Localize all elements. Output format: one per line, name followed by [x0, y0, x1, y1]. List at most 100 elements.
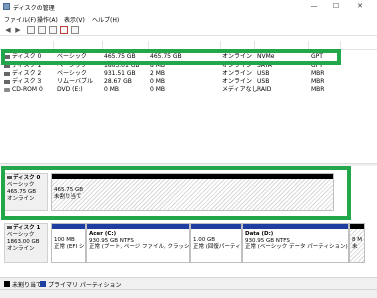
window-title: ディスクの管理: [13, 5, 55, 12]
disk-status: オンライン: [7, 196, 35, 202]
disk-name: ディスク 0: [13, 175, 41, 181]
disk-name: ディスク 1: [13, 225, 41, 231]
partition-acer-c[interactable]: Acer (C:) 930.95 GB NTFS 正常 (ブート, ページ ファ…: [86, 223, 190, 263]
legend-swatch-primary: [40, 281, 46, 287]
disk-management-icon: [3, 3, 10, 10]
row-device: NVMe: [257, 53, 275, 60]
help-icon[interactable]: [38, 26, 46, 34]
disk-status: オンライン: [7, 246, 35, 252]
column-separator[interactable]: [148, 41, 149, 50]
partition-recovery[interactable]: 1.00 GB 正常 (回復パーティ: [190, 223, 242, 263]
row-unallocated: 0 MB: [150, 78, 166, 85]
partition-size: 8 M: [352, 237, 362, 243]
row-type: DVD (E:): [57, 86, 83, 93]
partition-status: 正常 (回復パーティ: [193, 243, 241, 250]
disk-icon: [7, 176, 12, 179]
partition-data-d[interactable]: Data (D:) 930.95 GB NTFS 正常 (ベーシック データ パ…: [242, 223, 349, 263]
partition-bar: [243, 224, 348, 229]
column-separator[interactable]: [53, 41, 54, 50]
disk-0-label[interactable]: ディスク 0 ベーシック 465.75 GB オンライン: [4, 173, 48, 211]
disk-size: 465.75 GB: [7, 189, 37, 195]
forward-icon[interactable]: ▶: [14, 26, 22, 34]
disk-view-icon[interactable]: [71, 26, 79, 34]
disk-type: ベーシック: [7, 232, 35, 238]
column-separator[interactable]: [254, 41, 255, 50]
row-device: RAID: [257, 86, 272, 93]
row-capacity: 1863.01 GB: [104, 62, 140, 69]
title-bar: ディスクの管理 — ☐ ✕: [0, 0, 377, 13]
unallocated-bar: [52, 174, 333, 179]
maximize-button[interactable]: ☐: [327, 0, 345, 12]
row-capacity: 28.67 GB: [104, 78, 132, 85]
row-status: オンライン: [222, 62, 253, 69]
unallocated-partition[interactable]: 465.75 GB 未割り当て: [51, 173, 334, 211]
disk-icon: [4, 72, 10, 76]
partition-bar: [52, 224, 85, 229]
toolbar: ◀ ▶: [0, 24, 377, 36]
row-partition-style: GPT: [311, 62, 323, 69]
disk-icon: [4, 55, 10, 59]
partition-bar: [191, 224, 241, 229]
legend-bar: 未割り当て プライマリ パーティション: [0, 277, 377, 289]
partition-status: 正常 (ブート, ページ ファイル, クラッシュ ダ: [89, 244, 190, 250]
column-separator[interactable]: [102, 41, 103, 50]
column-separator[interactable]: [340, 41, 341, 50]
legend-swatch-unallocated: [4, 281, 10, 287]
disk-size: 1863.00 GB: [7, 239, 40, 245]
column-separator[interactable]: [308, 41, 309, 50]
row-disk: ディスク 3: [12, 78, 42, 85]
row-disk: ディスク 1: [12, 62, 42, 69]
row-device: USB: [257, 78, 270, 85]
row-unallocated: 2 MB: [150, 70, 166, 77]
menu-action[interactable]: 操作(A): [37, 15, 58, 24]
unallocated-partition[interactable]: 8 M 未: [349, 223, 365, 263]
menu-bar: ファイル(F) 操作(A) 表示(V) ヘルプ(H): [0, 13, 377, 24]
row-capacity: 0 MB: [104, 86, 120, 93]
legend-label-primary: プライマリ パーティション: [48, 282, 122, 289]
partition-status: 未: [352, 243, 358, 250]
close-button[interactable]: ✕: [351, 0, 369, 12]
disk-icon: [4, 80, 10, 84]
cd-rom-icon: [4, 88, 10, 92]
row-device: USB: [257, 70, 270, 77]
row-partition-style: MBR: [311, 78, 325, 85]
properties-icon[interactable]: [49, 26, 57, 34]
row-capacity: 465.75 GB: [104, 53, 136, 60]
partition-status: 未割り当て: [54, 193, 82, 200]
disk-graph-pane: ディスク 0 ベーシック 465.75 GB オンライン 465.75 GB 未…: [0, 166, 377, 276]
minimize-button[interactable]: —: [305, 0, 323, 12]
list-view-icon[interactable]: [27, 26, 35, 34]
status-bar: [0, 289, 377, 298]
volume-row[interactable]: ディスク 0 ベーシック 465.75 GB 465.75 GB オンライン N…: [0, 53, 377, 61]
row-type: ベーシック: [57, 62, 87, 69]
menu-help[interactable]: ヘルプ(H): [92, 15, 119, 24]
partition-bar: [87, 224, 189, 229]
volume-row[interactable]: ディスク 1 ベーシック 1863.01 GB 8 MB オンライン SATA …: [0, 62, 377, 70]
row-partition-style: GPT: [311, 53, 323, 60]
menu-file[interactable]: ファイル(F): [4, 15, 36, 24]
column-separator[interactable]: [220, 41, 221, 50]
row-type: ベーシック: [57, 70, 87, 77]
volume-row[interactable]: ディスク 3 リムーバブル 28.67 GB 0 MB オンライン USB MB…: [0, 78, 377, 86]
disk-icon: [4, 64, 10, 68]
volume-row[interactable]: ディスク 2 ベーシック 931.51 GB 2 MB オンライン USB MB…: [0, 70, 377, 78]
legend-label-unallocated: 未割り当て: [12, 282, 43, 289]
row-status: オンライン: [222, 70, 253, 77]
volume-list-header: [0, 41, 377, 50]
menu-view[interactable]: 表示(V): [64, 15, 85, 24]
volume-row[interactable]: CD-ROM 0 DVD (E:) 0 MB 0 MB メディアなし RAID …: [0, 86, 377, 94]
row-partition-style: MBR: [311, 70, 325, 77]
row-status: オンライン: [222, 53, 253, 60]
partition-status: 正常 (EFI シ: [54, 243, 85, 250]
back-icon[interactable]: ◀: [4, 26, 12, 34]
row-unallocated: 8 MB: [150, 62, 166, 69]
check-icon[interactable]: [60, 26, 68, 34]
row-type: リムーバブル: [57, 78, 93, 85]
row-unallocated: 0 MB: [150, 86, 166, 93]
row-disk: CD-ROM 0: [12, 86, 43, 93]
disk-1-label[interactable]: ディスク 1 ベーシック 1863.00 GB オンライン: [4, 223, 48, 263]
row-unallocated: 465.75 GB: [150, 53, 182, 60]
partition-status: 正常 (ベーシック データ パーティション): [245, 244, 348, 250]
row-status: メディアなし: [222, 86, 258, 93]
partition-efi[interactable]: 100 MB 正常 (EFI シ: [51, 223, 86, 263]
